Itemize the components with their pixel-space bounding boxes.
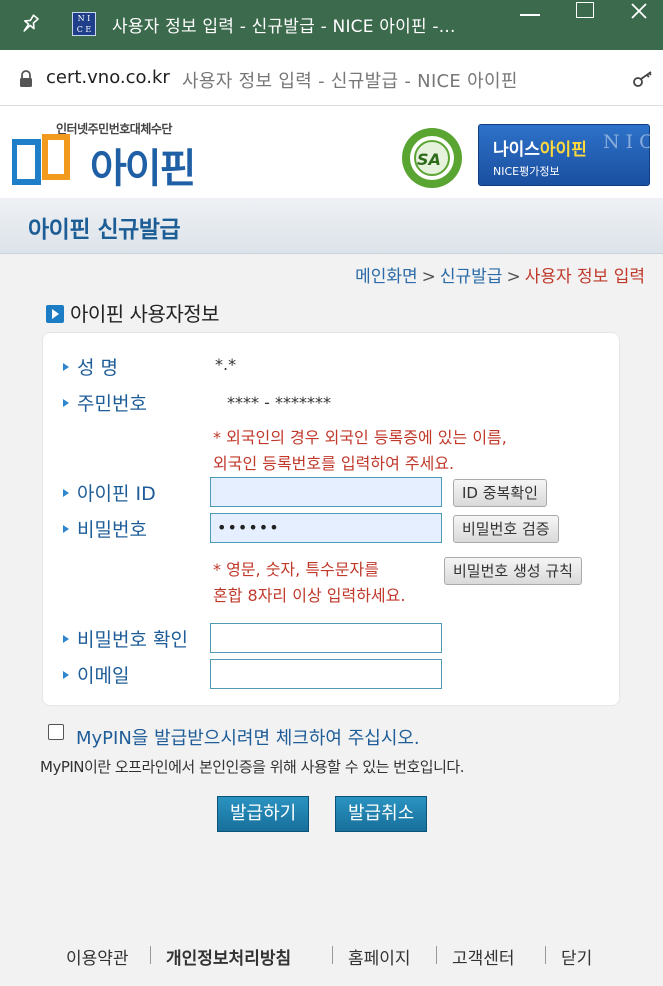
- page-title: 아이핀 신규발급: [28, 217, 181, 243]
- ipin-id-input[interactable]: [210, 477, 442, 507]
- breadcrumb-home[interactable]: 메인화면: [355, 267, 418, 287]
- nice-ipin-banner[interactable]: 나이스아이핀 NICE평가정보 NICE: [478, 124, 663, 186]
- banner-subtitle: NICE평가정보: [493, 165, 560, 178]
- mypin-description: MyPIN이란 오프라인에서 본인인증을 위해 사용할 수 있는 번호입니다.: [40, 758, 464, 776]
- ipin-logo-icon: [12, 134, 70, 185]
- close-button[interactable]: [628, 0, 652, 24]
- lock-icon[interactable]: [18, 70, 34, 88]
- password-note-2: 혼합 8자리 이상 입력하세요.: [213, 586, 406, 605]
- password-confirm-input[interactable]: [210, 623, 442, 653]
- sa-badge-text: SA: [417, 150, 441, 169]
- breadcrumb: 메인화면 > 신규발급 > 사용자 정보 입력: [355, 262, 645, 287]
- user-info-form: 성 명 *.* 주민번호 **** - ******* * 외국인의 경우 외국…: [42, 332, 620, 706]
- name-value: *.*: [215, 355, 237, 374]
- rrn-value: **** - *******: [227, 393, 331, 412]
- play-bullet-icon: [46, 305, 64, 323]
- logo-name: 아이핀: [90, 146, 196, 192]
- cancel-issue-button[interactable]: 발급취소: [335, 796, 428, 832]
- footer-links: 이용약관 개인정보처리방침 홈페이지 고객센터 닫기: [0, 936, 663, 976]
- footer-divider: [545, 946, 546, 964]
- password-confirm-label: 비밀번호 확인: [63, 625, 188, 652]
- footer-privacy-link[interactable]: 개인정보처리방침: [166, 944, 291, 969]
- footer-terms-link[interactable]: 이용약관: [66, 944, 129, 969]
- banner-watermark: NICE: [603, 131, 663, 153]
- url-page-title: 사용자 정보 입력 - 신규발급 - NICE 아이핀: [182, 71, 518, 92]
- rrn-label: 주민번호: [63, 389, 147, 416]
- favicon-icon: N IC E: [72, 12, 96, 36]
- banner-title-white: 나이스: [493, 140, 540, 160]
- footer-divider: [332, 946, 333, 964]
- pin-icon[interactable]: [18, 12, 42, 36]
- site-header: 인터넷주민번호대체수단 아이핀 SA 나이스아이핀 NICE평가정보 NICE: [0, 106, 663, 198]
- id-duplicate-check-button[interactable]: ID 중복확인: [453, 479, 547, 507]
- breadcrumb-new-issue[interactable]: 신규발급: [440, 267, 503, 287]
- footer-support-link[interactable]: 고객센터: [452, 944, 515, 969]
- url-domain[interactable]: cert.vno.co.kr: [46, 67, 170, 88]
- issue-button[interactable]: 발급하기: [217, 796, 310, 832]
- foreigner-note-2: 외국인 등록번호를 입력하여 주세요.: [213, 454, 455, 473]
- window-title: 사용자 정보 입력 - 신규발급 - NICE 아이핀 -...: [112, 17, 456, 37]
- key-icon[interactable]: [632, 70, 654, 88]
- password-rule-button[interactable]: 비밀번호 생성 규칙: [444, 557, 582, 585]
- breadcrumb-separator: >: [421, 267, 436, 287]
- foreigner-note-1: * 외국인의 경우 외국인 등록증에 있는 이름,: [213, 428, 507, 447]
- section-title: 아이핀 사용자정보: [46, 298, 220, 327]
- mypin-checkbox-label[interactable]: MyPIN을 발급받으시려면 체크하여 주십시오.: [76, 724, 420, 750]
- email-input[interactable]: [210, 659, 442, 689]
- minimize-button[interactable]: [520, 14, 540, 16]
- ipin-id-label: 아이핀 ID: [63, 479, 156, 506]
- breadcrumb-current: 사용자 정보 입력: [524, 267, 645, 287]
- footer-close-link[interactable]: 닫기: [561, 944, 592, 969]
- section-title-text: 아이핀 사용자정보: [70, 302, 220, 326]
- banner-title-yellow: 아이핀: [539, 140, 587, 160]
- breadcrumb-separator: >: [506, 267, 521, 287]
- password-label: 비밀번호: [63, 515, 147, 542]
- password-verify-button[interactable]: 비밀번호 검증: [453, 515, 559, 543]
- maximize-button[interactable]: [576, 2, 594, 18]
- footer-divider: [436, 946, 437, 964]
- window-titlebar: N IC E 사용자 정보 입력 - 신규발급 - NICE 아이핀 -...: [0, 0, 663, 50]
- page-heading-strip: 아이핀 신규발급: [0, 198, 663, 254]
- email-label: 이메일: [63, 661, 129, 688]
- mypin-checkbox[interactable]: [48, 724, 64, 740]
- address-bar: cert.vno.co.kr 사용자 정보 입력 - 신규발급 - NICE 아…: [0, 50, 663, 106]
- footer-homepage-link[interactable]: 홈페이지: [348, 944, 411, 969]
- password-note-1: * 영문, 숫자, 특수문자를: [213, 560, 379, 579]
- footer-divider: [150, 946, 151, 964]
- name-label: 성 명: [63, 353, 118, 380]
- password-input[interactable]: ••••••: [210, 513, 442, 543]
